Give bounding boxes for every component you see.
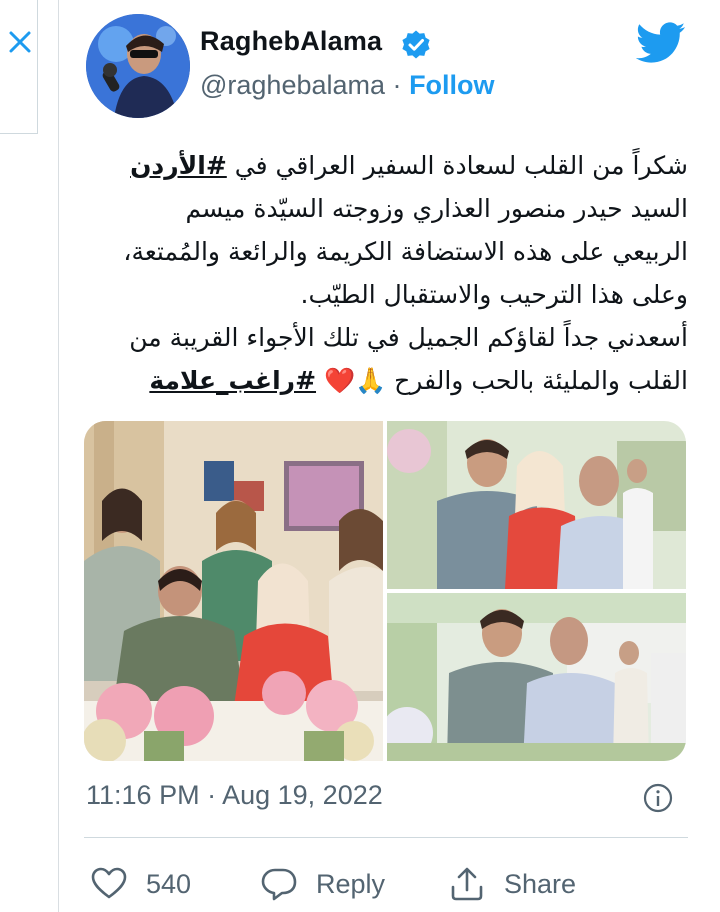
tweet-line: القلب والمليئة بالحب والفرح 🙏❤️ #راغب_عل… bbox=[149, 366, 688, 395]
panel-divider bbox=[58, 0, 59, 912]
tweet-line: السيد حيدر منصور العذاري وزوجته السيّدة … bbox=[185, 194, 688, 223]
hashtag-link[interactable]: #الأردن bbox=[130, 151, 227, 180]
verified-badge-icon bbox=[402, 30, 430, 59]
reply-label: Reply bbox=[316, 868, 386, 899]
tweet-line: شكراً من القلب لسعادة السفير العراقي في … bbox=[130, 151, 688, 180]
footer-divider bbox=[84, 837, 688, 838]
hashtag-link[interactable]: #راغب_علامة bbox=[149, 366, 316, 395]
close-icon[interactable] bbox=[6, 28, 34, 56]
tweet-line: الربيعي على هذه الاستضافة الكريمة والرائ… bbox=[123, 237, 688, 266]
twitter-bird-icon[interactable] bbox=[636, 22, 686, 64]
handle-row: @raghebalama · Follow bbox=[200, 70, 495, 101]
author-name[interactable]: RaghebAlama bbox=[200, 26, 382, 57]
share-icon bbox=[451, 867, 483, 901]
tweet-time: 11:16 PM bbox=[86, 780, 200, 810]
left-panel bbox=[0, 0, 38, 134]
author-handle[interactable]: @raghebalama bbox=[200, 70, 385, 100]
photo-three-standing[interactable] bbox=[387, 421, 686, 589]
photo-two-men[interactable] bbox=[387, 593, 686, 761]
like-button[interactable]: 540 bbox=[90, 860, 191, 908]
handle-separator: · bbox=[392, 70, 402, 100]
share-button[interactable]: Share bbox=[448, 860, 576, 908]
like-count: 540 bbox=[146, 868, 192, 899]
photo-three-standing-image bbox=[387, 421, 686, 589]
reply-button[interactable]: Reply bbox=[260, 860, 385, 908]
tweet-date: Aug 19, 2022 bbox=[222, 780, 383, 810]
photo-grid bbox=[84, 421, 686, 761]
heart-icon bbox=[91, 867, 127, 899]
photo-two-men-image bbox=[387, 593, 686, 761]
avatar[interactable] bbox=[86, 14, 190, 118]
tweet-text: شكراً من القلب لسعادة السفير العراقي في … bbox=[84, 144, 688, 402]
follow-button[interactable]: Follow bbox=[409, 70, 494, 100]
tweet-timestamp[interactable]: 11:16 PM · Aug 19, 2022 bbox=[86, 780, 383, 811]
tweet-line: وعلى هذا الترحيب والاستقبال الطيّب. bbox=[300, 280, 688, 309]
avatar-image bbox=[86, 14, 190, 118]
info-icon[interactable] bbox=[642, 782, 674, 814]
photo-group-seated[interactable] bbox=[84, 421, 383, 761]
tweet-line: أسعدني جداً لقاؤكم الجميل في تلك الأجواء… bbox=[129, 323, 688, 352]
share-label: Share bbox=[504, 868, 577, 899]
reply-bubble-icon bbox=[261, 868, 297, 901]
tweet-page: RaghebAlama @raghebalama · Follow شكراً … bbox=[0, 0, 720, 912]
action-bar: 540 Reply Share bbox=[84, 860, 688, 908]
timestamp-separator: · bbox=[207, 780, 217, 810]
photo-group-seated-image bbox=[84, 421, 383, 761]
